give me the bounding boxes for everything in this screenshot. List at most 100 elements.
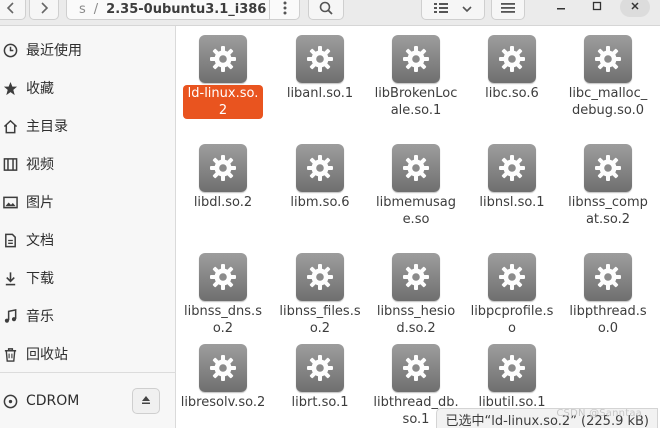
- sidebar-item-label: 最近使用: [26, 43, 82, 59]
- file-item[interactable]: libnss_files.so.2: [274, 253, 366, 337]
- path-menu-button[interactable]: [269, 0, 299, 19]
- file-item[interactable]: libnsl.so.1: [466, 144, 558, 211]
- sidebar-item-label: 视频: [26, 157, 54, 173]
- close-icon: [630, 0, 640, 14]
- gear-file-icon: [584, 144, 632, 192]
- file-item[interactable]: libmemusage.so: [370, 144, 462, 228]
- eject-icon: [141, 395, 151, 408]
- sidebar-item-recent[interactable]: 最近使用: [0, 32, 176, 68]
- main-menu-button[interactable]: [491, 0, 525, 20]
- kebab-menu-icon: [283, 1, 287, 19]
- disc-icon: [2, 393, 18, 409]
- gear-file-icon: [296, 35, 344, 83]
- gear-file-icon: [392, 344, 440, 392]
- back-button[interactable]: [0, 0, 26, 20]
- eject-button[interactable]: [132, 388, 160, 414]
- sidebar-item-downloads[interactable]: 下载: [0, 260, 176, 296]
- gear-file-icon: [199, 253, 247, 301]
- sidebar-item-label: 图片: [26, 195, 54, 211]
- file-name: ld-linux.so.2: [183, 85, 263, 119]
- path-bar[interactable]: s / 2.35-0ubuntu3.1_i386: [66, 0, 300, 20]
- gear-file-icon: [488, 253, 536, 301]
- download-icon: [2, 270, 18, 286]
- image-icon: [2, 194, 18, 210]
- document-icon: [2, 232, 18, 248]
- file-item[interactable]: libdl.so.2: [177, 144, 269, 211]
- list-view-icon: [434, 2, 448, 18]
- search-button[interactable]: [308, 0, 344, 20]
- gear-file-icon: [392, 144, 440, 192]
- gear-file-icon: [296, 144, 344, 192]
- file-item[interactable]: libnss_hesiod.so.2: [370, 253, 462, 337]
- watermark: CSDN @Sanntaa: [556, 408, 642, 419]
- file-item[interactable]: libm.so.6: [274, 144, 366, 211]
- chevron-left-icon: [6, 1, 16, 18]
- hamburger-menu-icon: [501, 2, 515, 18]
- file-name: libpthread.so.0: [569, 304, 647, 336]
- maximize-icon: [592, 0, 602, 14]
- clock-icon: [2, 42, 18, 58]
- file-name: libdl.so.2: [193, 195, 253, 210]
- file-name: libmemusage.so: [375, 195, 457, 227]
- sidebar-item-pictures[interactable]: 图片: [0, 184, 176, 220]
- file-manager-window: s / 2.35-0ubuntu3.1_i386 最近使用 收藏 主目录 视频 …: [0, 0, 660, 428]
- gear-file-icon: [199, 144, 247, 192]
- forward-button[interactable]: [29, 0, 59, 20]
- file-item[interactable]: librt.so.1: [274, 344, 366, 411]
- file-name: libnsl.so.1: [479, 195, 545, 210]
- minimize-button[interactable]: [546, 0, 576, 17]
- sidebar-item-label: 主目录: [26, 119, 68, 135]
- maximize-button[interactable]: [582, 0, 612, 17]
- file-item[interactable]: libutil.so.1: [466, 344, 558, 411]
- gear-file-icon: [296, 344, 344, 392]
- file-item[interactable]: libresolv.so.2: [177, 344, 269, 411]
- trash-icon: [2, 346, 18, 362]
- sidebar-item-music[interactable]: 音乐: [0, 298, 176, 334]
- file-name: libnss_files.so.2: [279, 304, 361, 336]
- sidebar-item-label: 回收站: [26, 347, 68, 363]
- file-name: libnss_compat.so.2: [568, 195, 648, 227]
- path-separator: /: [93, 2, 99, 17]
- file-item[interactable]: libnss_dns.so.2: [177, 253, 269, 337]
- file-name: libresolv.so.2: [180, 395, 266, 410]
- sidebar-item-label: 文档: [26, 233, 54, 249]
- gear-file-icon: [199, 344, 247, 392]
- sidebar-item-documents[interactable]: 文档: [0, 222, 176, 258]
- file-item[interactable]: libpcprofile.so: [466, 253, 558, 337]
- chevron-down-icon: [462, 2, 472, 17]
- chevron-right-icon: [39, 1, 49, 18]
- search-icon: [319, 1, 333, 19]
- star-icon: [2, 80, 18, 96]
- file-name: librt.so.1: [291, 395, 349, 410]
- path-current-folder[interactable]: 2.35-0ubuntu3.1_i386: [106, 2, 266, 17]
- file-item[interactable]: libc_malloc_debug.so.0: [562, 35, 654, 119]
- music-icon: [2, 308, 18, 324]
- file-item[interactable]: libc.so.6: [466, 35, 558, 102]
- sidebar-item-starred[interactable]: 收藏: [0, 70, 176, 106]
- file-name: libm.so.6: [290, 195, 350, 210]
- gear-file-icon: [488, 144, 536, 192]
- file-name: libBrokenLocale.so.1: [374, 86, 458, 118]
- sidebar-item-label: 音乐: [26, 309, 54, 325]
- file-item[interactable]: libnss_compat.so.2: [562, 144, 654, 228]
- file-name: libc.so.6: [485, 86, 539, 101]
- view-toggle[interactable]: [421, 0, 485, 20]
- close-button[interactable]: [620, 0, 650, 17]
- file-item[interactable]: libanl.so.1: [274, 35, 366, 102]
- gear-file-icon: [296, 253, 344, 301]
- file-item[interactable]: ld-linux.so.2: [177, 35, 269, 119]
- home-icon: [2, 118, 18, 134]
- file-item[interactable]: libpthread.so.0: [562, 253, 654, 337]
- header-bar: s / 2.35-0ubuntu3.1_i386: [0, 0, 660, 26]
- sidebar-item-videos[interactable]: 视频: [0, 146, 176, 182]
- sidebar: 最近使用 收藏 主目录 视频 图片 文档 下载 音乐 回收站 CDROM: [0, 26, 176, 428]
- file-item[interactable]: libBrokenLocale.so.1: [370, 35, 462, 119]
- file-name: libc_malloc_debug.so.0: [568, 86, 648, 118]
- path-prefix[interactable]: s: [79, 2, 86, 17]
- sidebar-item-label: 收藏: [26, 81, 54, 97]
- gear-file-icon: [584, 253, 632, 301]
- file-name: libpcprofile.so: [470, 304, 554, 336]
- sidebar-item-trash[interactable]: 回收站: [0, 336, 176, 372]
- sidebar-item-home[interactable]: 主目录: [0, 108, 176, 144]
- sidebar-item-label: 下载: [26, 271, 54, 287]
